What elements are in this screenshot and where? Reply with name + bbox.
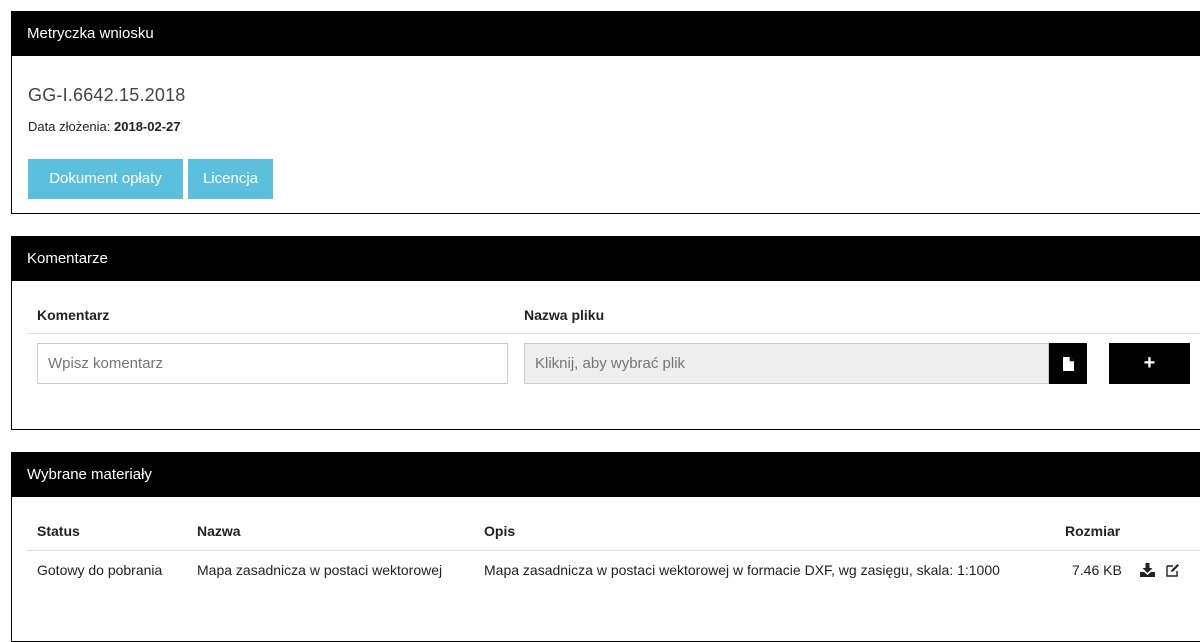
metryczka-heading: Metryczka wniosku bbox=[12, 12, 1200, 56]
submission-date: Data złożenia: 2018-02-27 bbox=[28, 119, 181, 134]
materialy-panel: Wybrane materiały Status Nazwa Opis Rozm… bbox=[11, 452, 1200, 642]
license-button[interactable]: Licencja bbox=[188, 159, 273, 199]
description-column-header: Opis bbox=[484, 523, 516, 539]
filename-column-header: Nazwa pliku bbox=[524, 307, 605, 323]
choose-file-button[interactable] bbox=[1049, 343, 1087, 384]
status-column-header: Status bbox=[37, 523, 80, 539]
download-icon[interactable] bbox=[1140, 563, 1155, 577]
row-name: Mapa zasadnicza w postaci wektorowej bbox=[197, 562, 443, 578]
edit-icon[interactable] bbox=[1166, 563, 1180, 577]
name-column-header: Nazwa bbox=[197, 523, 241, 539]
payment-document-button[interactable]: Dokument opłaty bbox=[28, 159, 183, 199]
comment-column-header: Komentarz bbox=[37, 307, 110, 323]
date-label: Data złożenia: bbox=[28, 119, 111, 134]
komentarze-panel: Komentarze Komentarz Nazwa pliku + bbox=[11, 236, 1200, 430]
komentarze-heading: Komentarze bbox=[12, 237, 1200, 281]
row-status: Gotowy do pobrania bbox=[37, 562, 163, 578]
materialy-heading: Wybrane materiały bbox=[12, 453, 1200, 497]
case-number: GG-I.6642.15.2018 bbox=[28, 85, 186, 105]
file-icon bbox=[1062, 356, 1074, 371]
size-column-header: Rozmiar bbox=[1065, 523, 1121, 539]
row-size: 7.46 KB bbox=[1072, 562, 1122, 578]
date-value: 2018-02-27 bbox=[114, 119, 181, 134]
add-comment-button[interactable]: + bbox=[1109, 343, 1190, 384]
file-select-input[interactable] bbox=[524, 343, 1049, 384]
comment-input[interactable] bbox=[37, 343, 508, 384]
row-description: Mapa zasadnicza w postaci wektorowej w f… bbox=[484, 562, 1000, 578]
table-divider bbox=[27, 550, 1200, 551]
metryczka-panel: Metryczka wniosku GG-I.6642.15.2018 Data… bbox=[11, 11, 1200, 214]
header-divider bbox=[27, 333, 1200, 334]
